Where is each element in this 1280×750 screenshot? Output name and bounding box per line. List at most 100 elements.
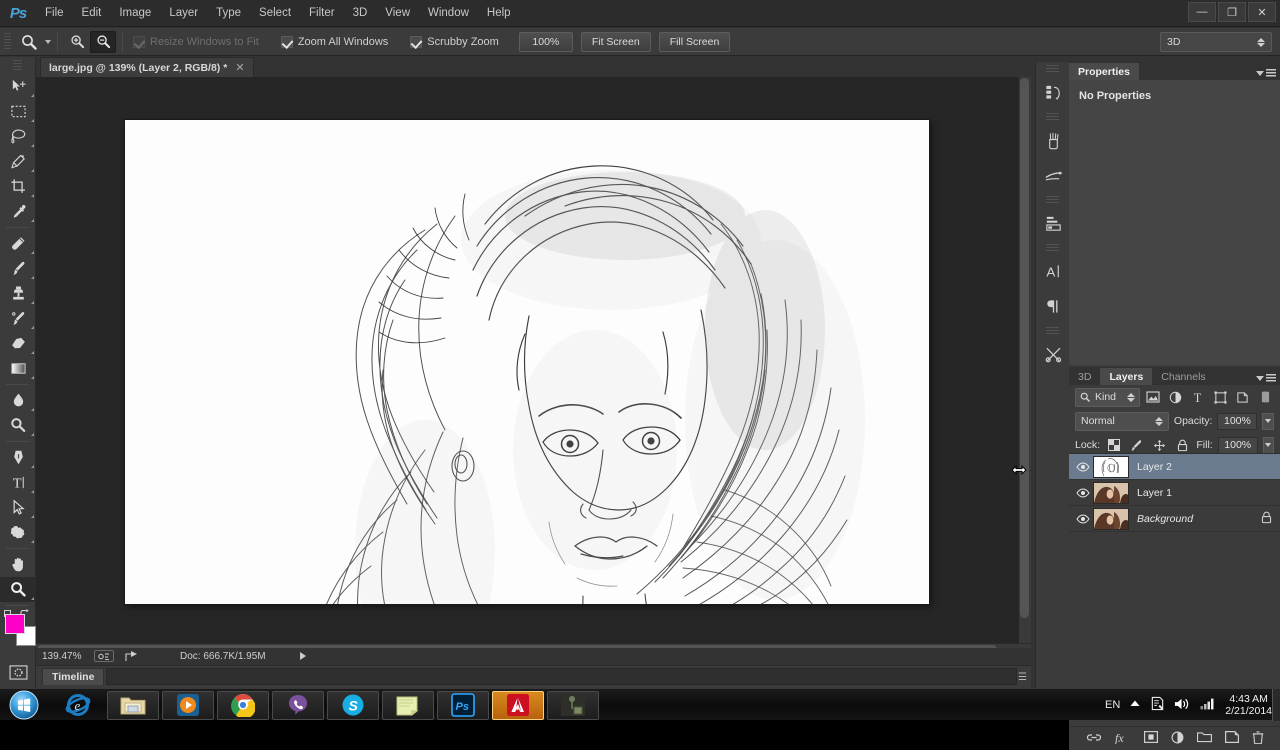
brush-tool[interactable] bbox=[0, 256, 36, 281]
close-button[interactable]: ✕ bbox=[1248, 2, 1276, 22]
menu-window[interactable]: Window bbox=[419, 0, 478, 27]
canvas-vertical-scrollbar[interactable] bbox=[1019, 77, 1031, 643]
menu-view[interactable]: View bbox=[376, 0, 419, 27]
photoshop-icon[interactable]: Ps bbox=[437, 690, 489, 720]
layer-visibility-icon[interactable] bbox=[1073, 513, 1093, 524]
tab-3d[interactable]: 3D bbox=[1069, 368, 1101, 385]
custom-shape-tool[interactable] bbox=[0, 520, 36, 545]
google-chrome-icon[interactable] bbox=[217, 690, 269, 720]
new-adjustment-layer-icon[interactable] bbox=[1171, 731, 1184, 747]
pixel-filter-icon[interactable] bbox=[1145, 388, 1162, 407]
lock-transparent-pixels-icon[interactable] bbox=[1105, 436, 1123, 455]
properties-panel-menu-icon[interactable] bbox=[1256, 69, 1276, 77]
scrubby-zoom-checkbox[interactable] bbox=[410, 35, 423, 48]
layer-thumbnail[interactable] bbox=[1093, 481, 1129, 504]
restore-button[interactable]: ❐ bbox=[1218, 2, 1246, 22]
zoom-level-field[interactable]: 139.47% bbox=[42, 651, 86, 662]
volume-icon[interactable] bbox=[1174, 697, 1191, 714]
document-tab-close-icon[interactable]: ✕ bbox=[235, 61, 244, 74]
menu-image[interactable]: Image bbox=[110, 0, 160, 27]
icon-dock-grip-4[interactable] bbox=[1046, 244, 1059, 253]
tool-presets-panel-icon[interactable] bbox=[1036, 337, 1070, 372]
blend-mode-select[interactable]: Normal bbox=[1075, 411, 1169, 431]
smart-object-filter-icon[interactable] bbox=[1234, 388, 1251, 407]
icon-dock-grip-2[interactable] bbox=[1046, 113, 1059, 122]
lock-image-pixels-icon[interactable] bbox=[1128, 436, 1146, 455]
file-explorer-icon[interactable] bbox=[107, 690, 159, 720]
zoom-tool[interactable] bbox=[0, 577, 36, 602]
zoom-all-windows-option[interactable]: Zoom All Windows bbox=[280, 35, 388, 48]
internet-explorer-icon[interactable]: e bbox=[52, 691, 104, 720]
skype-icon[interactable]: S bbox=[327, 690, 379, 720]
opacity-stepper-icon[interactable] bbox=[1262, 412, 1274, 430]
network-icon[interactable] bbox=[1200, 697, 1216, 713]
adjustments-panel-icon[interactable] bbox=[1036, 206, 1070, 241]
new-layer-icon[interactable] bbox=[1224, 731, 1239, 746]
tab-channels[interactable]: Channels bbox=[1152, 368, 1215, 385]
vertical-scroll-thumb[interactable] bbox=[1020, 78, 1029, 618]
fill-stepper-icon[interactable] bbox=[1262, 436, 1275, 454]
new-group-icon[interactable] bbox=[1196, 731, 1212, 746]
gradient-tool[interactable] bbox=[0, 356, 36, 381]
timeline-panel-menu-icon[interactable]: ☰ bbox=[1018, 672, 1027, 683]
history-brush-tool[interactable] bbox=[0, 306, 36, 331]
add-layer-mask-icon[interactable] bbox=[1143, 731, 1158, 746]
link-layers-icon[interactable] bbox=[1086, 732, 1102, 746]
menu-help[interactable]: Help bbox=[478, 0, 520, 27]
canvas-area[interactable] bbox=[36, 77, 1031, 643]
document-tab[interactable]: large.jpg @ 139% (Layer 2, RGB/8) * ✕ bbox=[40, 57, 254, 77]
lock-position-icon[interactable] bbox=[1151, 436, 1169, 455]
document-info-icon[interactable] bbox=[94, 650, 114, 662]
viber-icon[interactable] bbox=[272, 690, 324, 720]
rectangular-marquee-tool[interactable] bbox=[0, 99, 36, 124]
menu-layer[interactable]: Layer bbox=[160, 0, 207, 27]
character-panel-icon[interactable]: A bbox=[1036, 254, 1070, 289]
table-row[interactable]: Background bbox=[1069, 506, 1280, 532]
layer-name[interactable]: Background bbox=[1137, 513, 1193, 525]
table-row[interactable]: Layer 2 bbox=[1069, 454, 1280, 480]
status-menu-arrow-icon[interactable] bbox=[299, 652, 306, 660]
windows-media-player-icon[interactable] bbox=[162, 690, 214, 720]
layers-panel-menu-icon[interactable] bbox=[1256, 374, 1276, 382]
layer-visibility-icon[interactable] bbox=[1073, 487, 1093, 498]
dodge-tool[interactable] bbox=[0, 413, 36, 438]
horizontal-type-tool[interactable]: T bbox=[0, 470, 36, 495]
scrubby-zoom-option[interactable]: Scrubby Zoom bbox=[410, 35, 499, 48]
zoom-in-icon[interactable] bbox=[64, 31, 90, 53]
crop-tool[interactable] bbox=[0, 174, 36, 199]
shape-filter-icon[interactable] bbox=[1212, 388, 1229, 407]
options-bar-grip[interactable] bbox=[4, 32, 11, 51]
type-filter-icon[interactable]: T bbox=[1189, 388, 1206, 407]
menu-3d[interactable]: 3D bbox=[344, 0, 377, 27]
tab-properties[interactable]: Properties bbox=[1069, 63, 1139, 80]
sticky-notes-icon[interactable] bbox=[382, 690, 434, 720]
minimize-button[interactable]: — bbox=[1188, 2, 1216, 22]
opacity-value[interactable]: 100% bbox=[1217, 412, 1258, 430]
lasso-tool[interactable] bbox=[0, 124, 36, 149]
workspace-selector[interactable]: 3D bbox=[1160, 32, 1272, 52]
clock[interactable]: 4:43 AM 2/21/2014 bbox=[1225, 693, 1272, 717]
menu-type[interactable]: Type bbox=[207, 0, 250, 27]
menu-select[interactable]: Select bbox=[250, 0, 300, 27]
tools-panel-grip[interactable] bbox=[13, 60, 22, 72]
tab-timeline[interactable]: Timeline bbox=[42, 668, 105, 685]
action-center-icon[interactable] bbox=[1150, 696, 1165, 714]
clone-stamp-tool[interactable] bbox=[0, 281, 36, 306]
timeline-track-area[interactable] bbox=[106, 668, 1017, 685]
brush-presets-panel-icon[interactable] bbox=[1036, 123, 1070, 158]
icon-dock-grip-5[interactable] bbox=[1046, 327, 1059, 336]
quick-selection-tool[interactable] bbox=[0, 149, 36, 174]
eraser-tool[interactable] bbox=[0, 331, 36, 356]
foreground-color-swatch[interactable] bbox=[5, 614, 25, 634]
zoom-all-windows-checkbox[interactable] bbox=[280, 35, 293, 48]
eyedropper-tool[interactable] bbox=[0, 199, 36, 224]
layer-thumbnail[interactable] bbox=[1093, 507, 1129, 530]
paragraph-panel-icon[interactable] bbox=[1036, 289, 1070, 324]
table-row[interactable]: Layer 1 bbox=[1069, 480, 1280, 506]
layer-filter-kind-select[interactable]: Kind bbox=[1075, 387, 1140, 407]
start-button[interactable] bbox=[5, 690, 43, 720]
zoom-out-icon[interactable] bbox=[90, 30, 116, 53]
blur-tool[interactable] bbox=[0, 388, 36, 413]
tab-layers[interactable]: Layers bbox=[1100, 368, 1153, 385]
delete-layer-icon[interactable] bbox=[1252, 730, 1264, 747]
